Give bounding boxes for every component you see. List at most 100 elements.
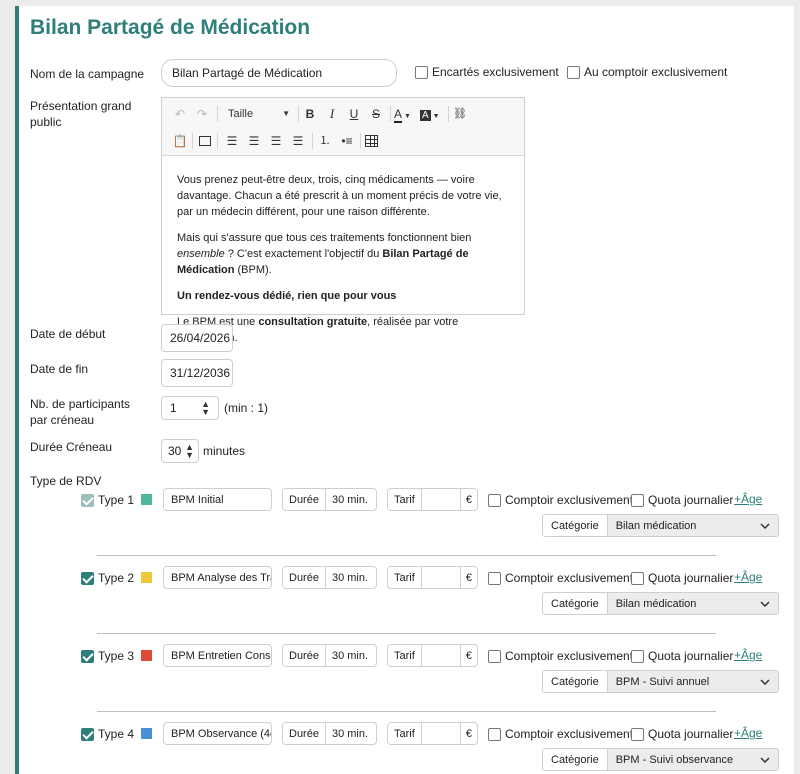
rdv-duree-group[interactable]: Durée 30 min.	[282, 488, 377, 511]
highlight-color-icon[interactable]: A ▼	[420, 106, 444, 125]
rdv-tarif-input[interactable]	[422, 645, 460, 666]
spinner-arrows-icon[interactable]: ▲ ▼	[201, 400, 210, 417]
align-justify-icon[interactable]: ☰	[290, 133, 306, 149]
rdv-quota-checkbox[interactable]	[631, 649, 644, 663]
rdv-type-color-swatch[interactable]	[141, 572, 152, 583]
presentation-label: Présentation grand public	[30, 99, 132, 129]
strikethrough-icon[interactable]: S	[368, 106, 384, 122]
rdv-comptoir-toggle[interactable]: Comptoir exclusivement	[488, 649, 633, 663]
rdv-categorie-value: BPM - Suivi observance	[615, 753, 734, 766]
rdv-duree-value[interactable]: 30 min.	[326, 645, 374, 666]
bullet-list-icon[interactable]: •≡	[339, 133, 355, 149]
rdv-type-toggle[interactable]: Type 2	[81, 571, 134, 585]
rdv-comptoir-checkbox[interactable]	[488, 493, 501, 507]
rdv-tarif-group[interactable]: Tarif €	[387, 488, 478, 511]
campaign-name-input[interactable]: Bilan Partagé de Médication	[161, 59, 397, 87]
rdv-tarif-label: Tarif	[388, 645, 422, 666]
editor-paragraph-3: Un rendez-vous dédié, rien que pour vous	[177, 290, 397, 302]
rdv-type-color-swatch[interactable]	[141, 728, 152, 739]
encartes-checkbox[interactable]	[415, 65, 428, 79]
rdv-duree-group[interactable]: Durée 30 min.	[282, 566, 377, 589]
rdv-add-age-link[interactable]: +Âge	[734, 648, 762, 662]
rdv-comptoir-label: Comptoir exclusivement	[505, 727, 634, 741]
bold-icon[interactable]: B	[302, 106, 318, 122]
rdv-type-label: Type 3	[98, 649, 135, 663]
size-dropdown[interactable]: Taille ▼	[228, 106, 290, 122]
duree-creneau-stepper[interactable]: 30 ▲ ▼	[161, 439, 199, 463]
ordered-list-icon[interactable]: ⒈	[317, 133, 333, 149]
rdv-duree-value[interactable]: 30 min.	[326, 489, 374, 510]
encartes-checkbox-row[interactable]: Encartés exclusivement	[415, 65, 559, 79]
italic-icon[interactable]: I	[324, 106, 340, 122]
rdv-quota-checkbox[interactable]	[631, 727, 644, 741]
comptoir-checkbox-row[interactable]: Au comptoir exclusivement	[567, 65, 727, 79]
rdv-categorie-label: Catégorie	[543, 749, 608, 770]
rdv-type-name-input[interactable]: BPM Observance (4è	[163, 722, 272, 745]
comptoir-checkbox[interactable]	[567, 65, 580, 79]
rdv-categorie-select[interactable]: Catégorie BPM - Suivi observance	[542, 748, 779, 771]
underline-icon[interactable]: U	[346, 106, 362, 122]
rdv-tarif-input[interactable]	[422, 723, 460, 744]
rdv-type-color-swatch[interactable]	[141, 494, 152, 505]
rdv-tarif-input[interactable]	[422, 489, 460, 510]
rdv-categorie-select[interactable]: Catégorie BPM - Suivi annuel	[542, 670, 779, 693]
date-debut-input[interactable]: 26/04/2026	[161, 324, 233, 352]
rdv-type-toggle[interactable]: Type 1	[81, 493, 134, 507]
rdv-comptoir-toggle[interactable]: Comptoir exclusivement	[488, 727, 633, 741]
rdv-tarif-input[interactable]	[422, 567, 460, 588]
rdv-type-name-input[interactable]: BPM Initial	[163, 488, 272, 511]
rdv-tarif-group[interactable]: Tarif €	[387, 644, 478, 667]
table-icon[interactable]	[365, 135, 378, 147]
rdv-duree-value[interactable]: 30 min.	[326, 723, 374, 744]
rdv-currency: €	[459, 645, 477, 666]
rdv-type-checkbox[interactable]	[81, 493, 94, 507]
rdv-categorie-select[interactable]: Catégorie Bilan médication	[542, 514, 779, 537]
rdv-quota-toggle[interactable]: Quota journalier	[631, 571, 733, 585]
rdv-quota-checkbox[interactable]	[631, 493, 644, 507]
rdv-quota-toggle[interactable]: Quota journalier	[631, 649, 733, 663]
rdv-type-name-input[interactable]: BPM Analyse des Tra	[163, 566, 272, 589]
spinner-arrows-icon[interactable]: ▲ ▼	[185, 443, 194, 460]
type-rdv-label: Type de RDV	[30, 474, 102, 488]
rdv-add-age-link[interactable]: +Âge	[734, 726, 762, 740]
align-center-icon[interactable]: ☰	[246, 133, 262, 149]
rdv-quota-checkbox[interactable]	[631, 571, 644, 585]
undo-icon[interactable]: ↶	[172, 106, 188, 122]
rdv-type-checkbox[interactable]	[81, 727, 94, 741]
rdv-type-toggle[interactable]: Type 3	[81, 649, 134, 663]
rdv-categorie-select[interactable]: Catégorie Bilan médication	[542, 592, 779, 615]
font-color-icon[interactable]: A ▼	[394, 106, 418, 125]
align-right-icon[interactable]: ☰	[268, 133, 284, 149]
link-icon[interactable]: ⛓	[452, 106, 468, 122]
rdv-comptoir-toggle[interactable]: Comptoir exclusivement	[488, 571, 633, 585]
date-fin-input[interactable]: 31/12/2036	[161, 359, 233, 387]
rdv-type-checkbox[interactable]	[81, 649, 94, 663]
caret-down-icon: ▼	[282, 109, 290, 118]
rdv-quota-toggle[interactable]: Quota journalier	[631, 493, 733, 507]
redo-icon[interactable]: ↷	[194, 106, 210, 122]
rdv-comptoir-toggle[interactable]: Comptoir exclusivement	[488, 493, 633, 507]
rdv-quota-toggle[interactable]: Quota journalier	[631, 727, 733, 741]
rdv-currency: €	[459, 567, 477, 588]
rdv-tarif-group[interactable]: Tarif €	[387, 722, 478, 745]
duree-creneau-value: 30	[168, 444, 182, 458]
rdv-duree-group[interactable]: Durée 30 min.	[282, 722, 377, 745]
rdv-comptoir-checkbox[interactable]	[488, 727, 501, 741]
paste-icon[interactable]: 📋	[172, 133, 188, 149]
rdv-comptoir-checkbox[interactable]	[488, 649, 501, 663]
align-left-icon[interactable]: ☰	[224, 133, 240, 149]
rdv-type-color-swatch[interactable]	[141, 650, 152, 661]
rdv-type-name-input[interactable]: BPM Entretien Conse	[163, 644, 272, 667]
rdv-duree-value[interactable]: 30 min.	[326, 567, 374, 588]
rdv-duree-label: Durée	[283, 567, 326, 588]
rdv-type-toggle[interactable]: Type 4	[81, 727, 134, 741]
rdv-add-age-link[interactable]: +Âge	[734, 570, 762, 584]
chevron-down-icon	[760, 756, 770, 763]
rdv-comptoir-checkbox[interactable]	[488, 571, 501, 585]
rdv-tarif-group[interactable]: Tarif €	[387, 566, 478, 589]
participants-stepper[interactable]: 1 ▲ ▼	[161, 396, 219, 420]
rdv-type-checkbox[interactable]	[81, 571, 94, 585]
image-icon[interactable]	[199, 136, 211, 146]
rdv-add-age-link[interactable]: +Âge	[734, 492, 762, 506]
rdv-duree-group[interactable]: Durée 30 min.	[282, 644, 377, 667]
